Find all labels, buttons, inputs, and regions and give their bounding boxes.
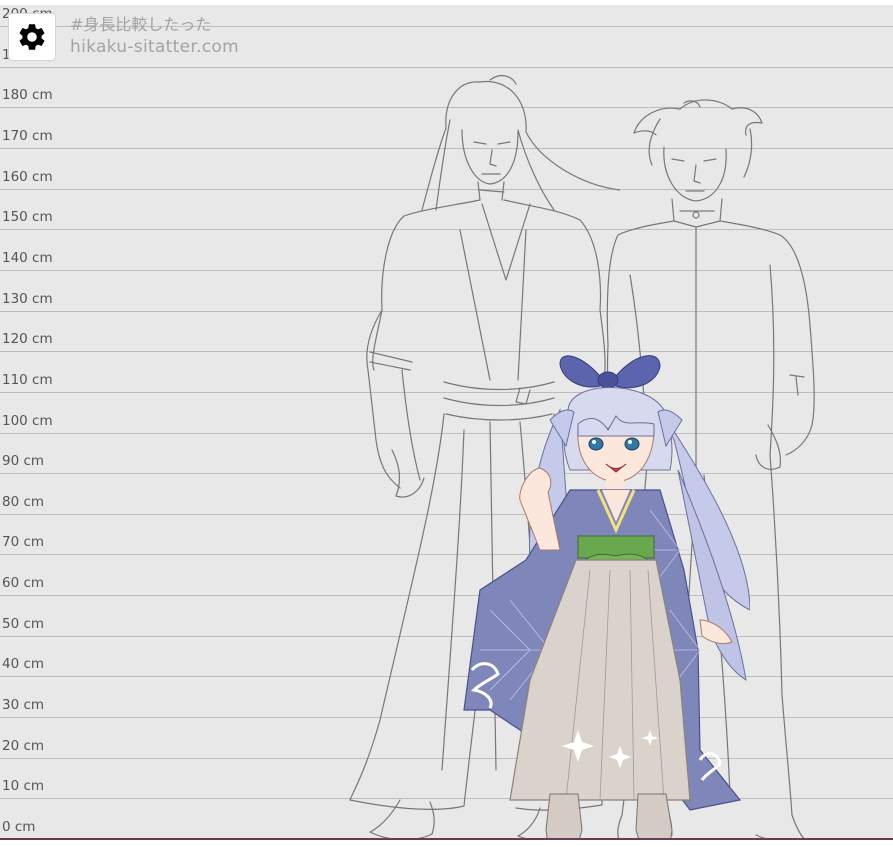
ruler-label: 130 cm [2, 291, 53, 307]
ruler-label: 0 cm [2, 819, 36, 835]
ruler-label: 110 cm [2, 372, 53, 388]
ruler-label: 120 cm [2, 331, 53, 347]
watermark-site: hikaku-sitatter.com [70, 37, 239, 57]
ruler-label: 170 cm [2, 128, 53, 144]
ruler-label: 160 cm [2, 169, 53, 185]
ruler-label: 70 cm [2, 534, 45, 550]
ruler-label: 100 cm [2, 413, 53, 429]
ruler-label: 90 cm [2, 453, 45, 469]
top-strip [0, 0, 893, 5]
site-watermark: #身長比較したった hikaku-sitatter.com [70, 14, 239, 58]
ruler-label: 30 cm [2, 697, 45, 713]
height-comparison-canvas: 200 cm190 cm180 cm170 cm160 cm150 cm140 … [0, 0, 893, 847]
ruler-label: 20 cm [2, 738, 45, 754]
ruler-label: 50 cm [2, 616, 45, 632]
ground-strip [0, 840, 893, 847]
ruler-label: 40 cm [2, 656, 45, 672]
ruler-label: 180 cm [2, 87, 53, 103]
ruler-label: 60 cm [2, 575, 45, 591]
ruler-label: 80 cm [2, 494, 45, 510]
gear-icon [19, 24, 45, 50]
ruler-label: 10 cm [2, 778, 45, 794]
character-girl-in-hakama[interactable] [450, 350, 750, 847]
ruler-label: 150 cm [2, 209, 53, 225]
settings-button[interactable] [8, 13, 56, 61]
watermark-hashtag: #身長比較したった [70, 15, 212, 34]
ruler-label: 140 cm [2, 250, 53, 266]
ruler-line [0, 67, 893, 68]
